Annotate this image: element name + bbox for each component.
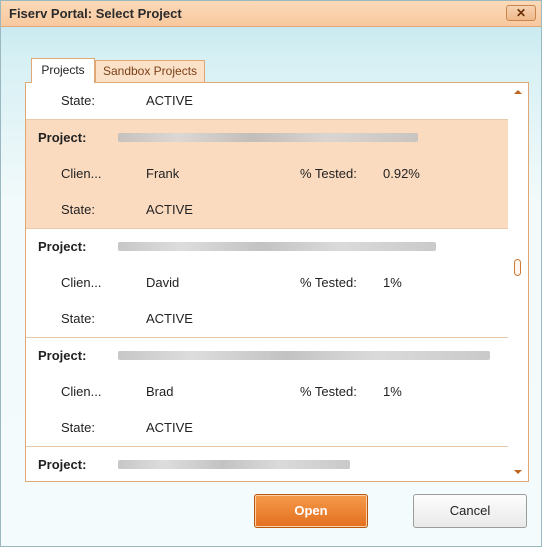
project-row[interactable]: Project: [26, 338, 508, 374]
tab-projects[interactable]: Projects [31, 58, 95, 83]
state-label: State: [61, 311, 95, 326]
state-row[interactable]: State: ACTIVE [26, 301, 508, 337]
project-label: Project: [38, 239, 87, 254]
project-label: Project: [38, 348, 87, 363]
select-project-dialog: Fiserv Portal: Select Project ✕ Projects… [0, 0, 542, 547]
dialog-title: Fiserv Portal: Select Project [9, 6, 182, 21]
project-list-panel: State: ACTIVE Project: Clien... Frank % … [25, 82, 529, 482]
list-item[interactable]: Project: Clien... Brad % Tested: 1% Stat… [26, 337, 508, 446]
state-label: State: [61, 420, 95, 435]
project-row[interactable]: Project: [26, 229, 508, 265]
close-icon[interactable]: ✕ [506, 5, 536, 21]
project-list[interactable]: State: ACTIVE Project: Clien... Frank % … [26, 83, 508, 481]
list-item[interactable]: Project: Clien... David % Tested: 1% Sta… [26, 228, 508, 337]
open-button[interactable]: Open [254, 494, 368, 528]
state-value: ACTIVE [146, 93, 193, 108]
project-name-redacted [118, 460, 350, 469]
state-label: State: [61, 202, 95, 217]
client-value: David [146, 275, 180, 290]
list-item[interactable]: Project: Clien... Frank % Tested: 0.92% … [26, 119, 508, 228]
client-label: Clien... [61, 166, 102, 181]
client-row[interactable]: Clien... Frank % Tested: 0.92% [26, 156, 508, 192]
project-label: Project: [38, 457, 87, 472]
project-row[interactable]: Project: [26, 120, 508, 156]
client-label: Clien... [61, 275, 102, 290]
client-value: Frank [146, 166, 180, 181]
state-value: ACTIVE [146, 311, 193, 326]
state-row[interactable]: State: ACTIVE [26, 192, 508, 228]
state-row[interactable]: State: ACTIVE [26, 410, 508, 446]
cancel-button[interactable]: Cancel [413, 494, 527, 528]
list-item-state-row[interactable]: State: ACTIVE [26, 83, 508, 119]
scroll-up-icon[interactable] [514, 90, 522, 94]
client-row[interactable]: Clien... Brad % Tested: 1% [26, 374, 508, 410]
tested-label: % Tested: [300, 275, 357, 290]
client-value: Brad [146, 384, 174, 399]
tested-value: 0.92% [383, 166, 420, 181]
state-label: State: [61, 93, 95, 108]
list-item[interactable]: Project: [26, 446, 508, 481]
tab-sandbox-projects[interactable]: Sandbox Projects [95, 60, 205, 82]
project-name-redacted [118, 351, 490, 360]
client-row[interactable]: Clien... David % Tested: 1% [26, 265, 508, 301]
tested-label: % Tested: [300, 166, 357, 181]
project-row[interactable]: Project: [26, 447, 508, 481]
scrollbar-thumb[interactable] [514, 259, 521, 276]
project-label: Project: [38, 130, 87, 145]
project-name-redacted [118, 133, 418, 142]
tested-value: 1% [383, 384, 402, 399]
state-value: ACTIVE [146, 202, 193, 217]
vertical-scrollbar[interactable] [508, 83, 528, 481]
tested-label: % Tested: [300, 384, 357, 399]
title-bar[interactable]: Fiserv Portal: Select Project ✕ [1, 1, 541, 27]
state-value: ACTIVE [146, 420, 193, 435]
scroll-down-icon[interactable] [514, 470, 522, 474]
tested-value: 1% [383, 275, 402, 290]
project-name-redacted [118, 242, 436, 251]
client-label: Clien... [61, 384, 102, 399]
